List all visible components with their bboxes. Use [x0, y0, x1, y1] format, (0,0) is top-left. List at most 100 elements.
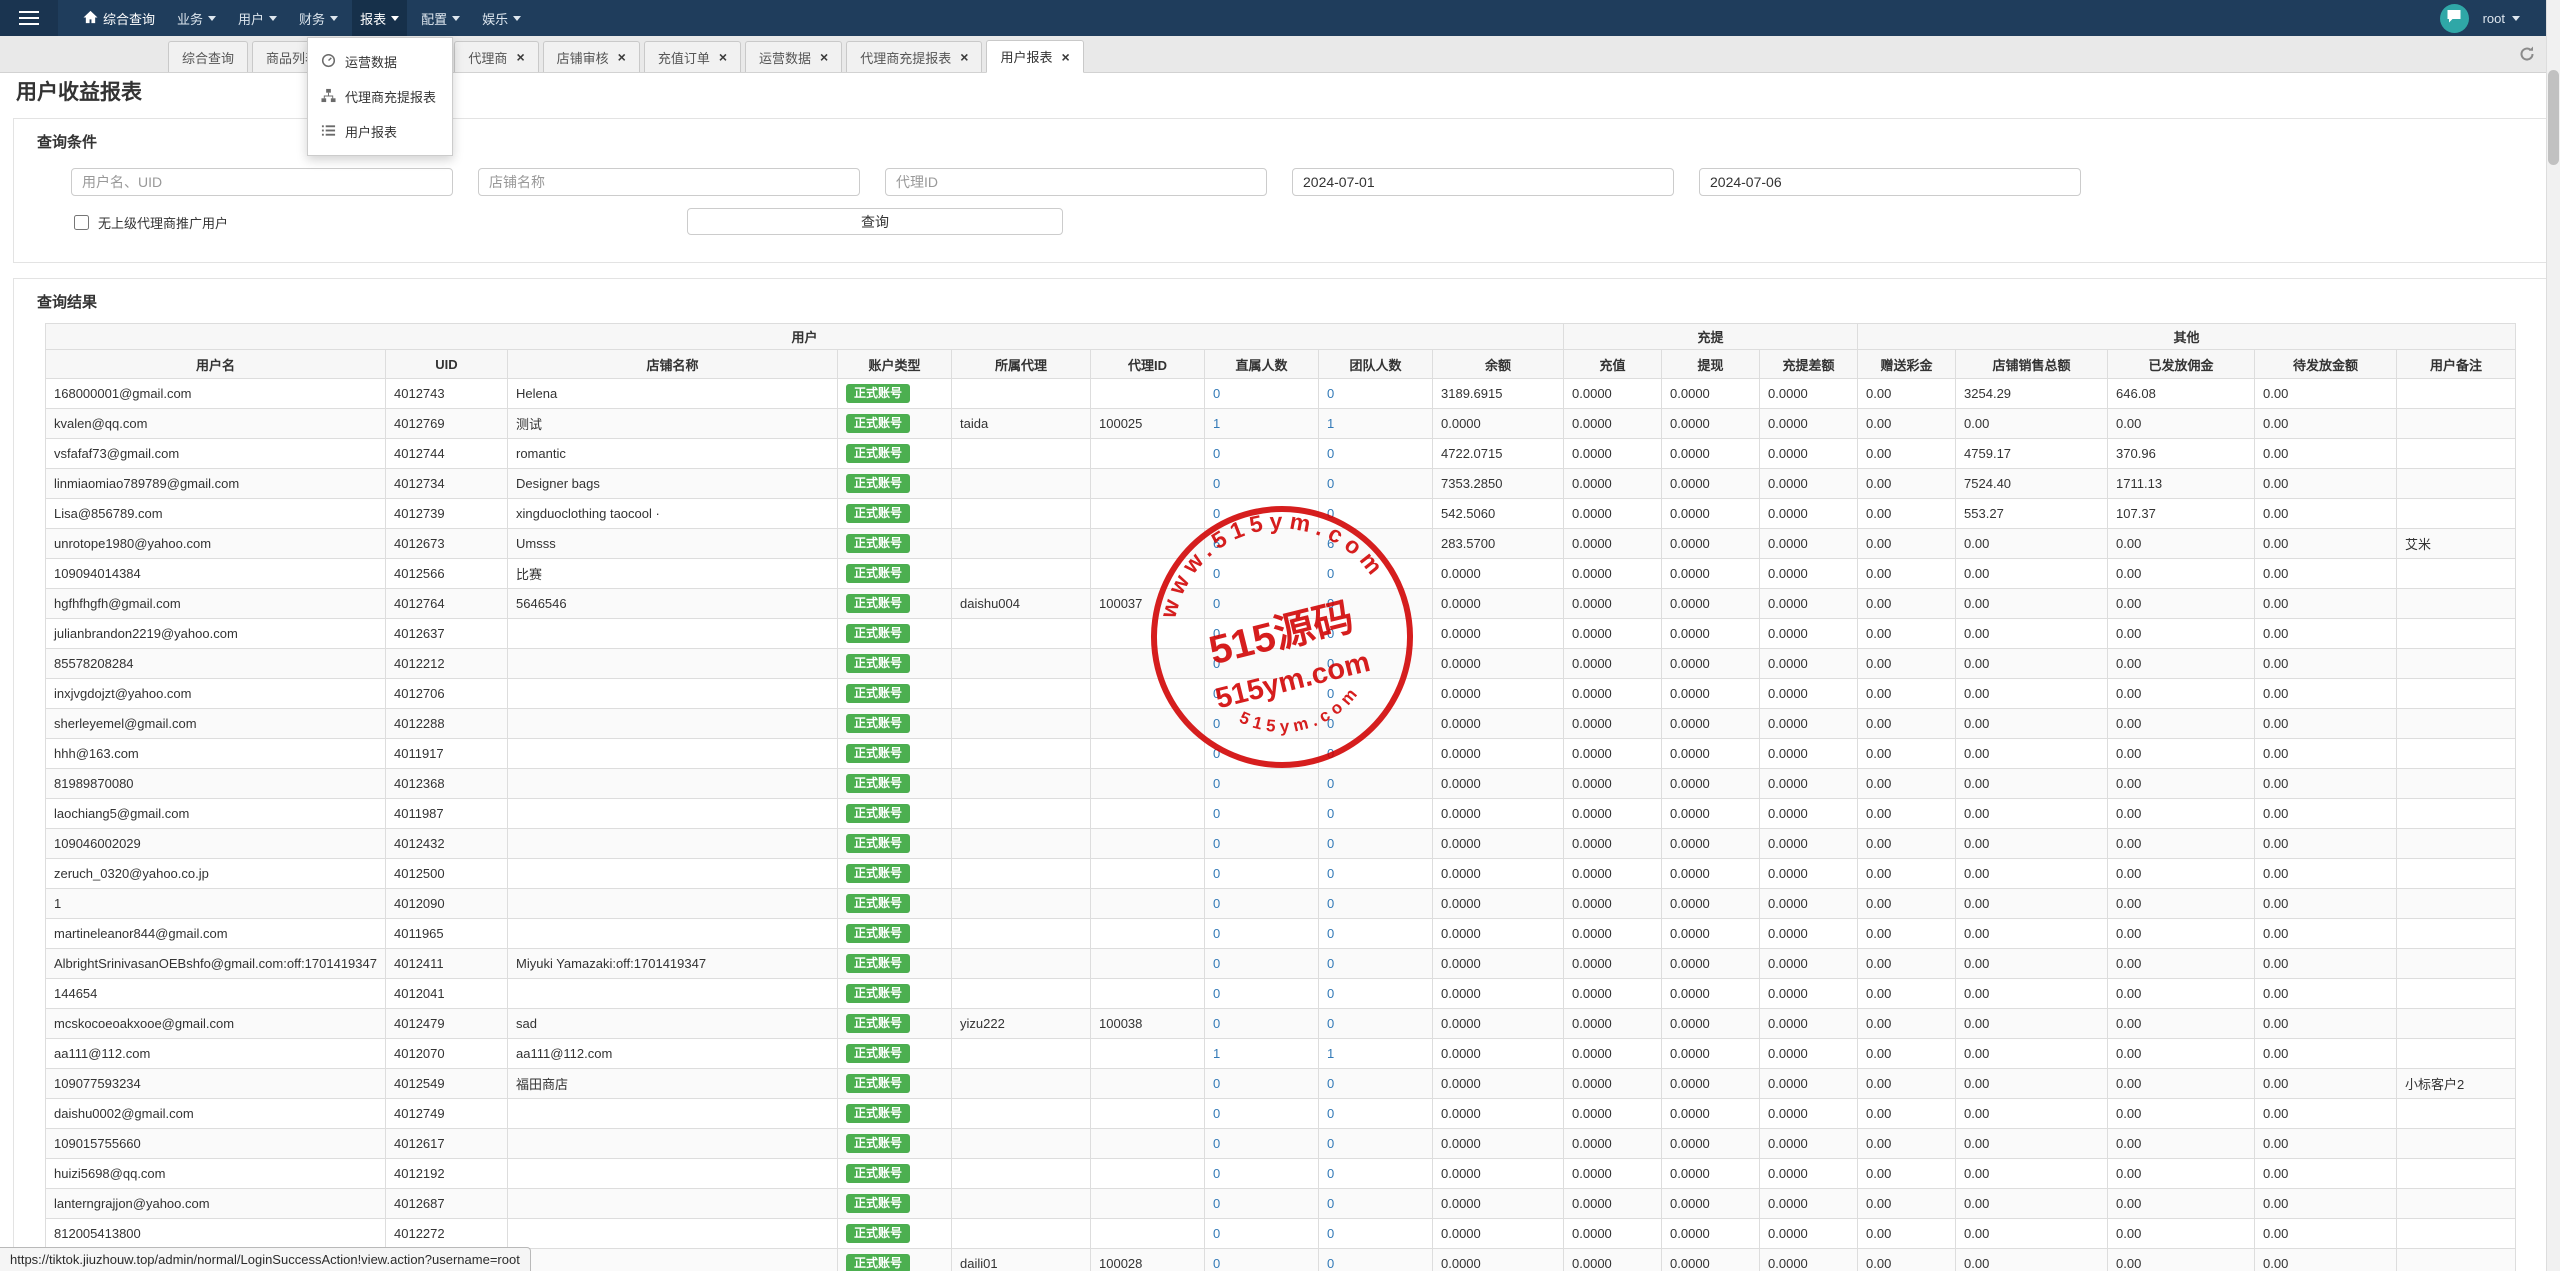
direct-count-cell[interactable]: 0	[1205, 1189, 1319, 1219]
nav-item-business[interactable]: 业务	[169, 0, 224, 36]
team-count-cell[interactable]: 0	[1319, 1009, 1433, 1039]
team-count-cell[interactable]: 0	[1319, 919, 1433, 949]
team-count-cell[interactable]: 0	[1319, 949, 1433, 979]
search-button[interactable]: 查询	[687, 208, 1063, 235]
team-count-cell[interactable]: 0	[1319, 769, 1433, 799]
date-from-input[interactable]	[1292, 168, 1674, 196]
user-menu[interactable]: root	[2483, 11, 2520, 26]
nav-item-home[interactable]: 综合查询	[75, 0, 163, 36]
team-count-cell[interactable]: 0	[1319, 379, 1433, 409]
shop-name-input[interactable]	[478, 168, 860, 196]
team-count-cell[interactable]: 0	[1319, 889, 1433, 919]
direct-count-cell[interactable]: 1	[1205, 409, 1319, 439]
scrollbar-thumb[interactable]	[2548, 70, 2559, 165]
direct-count-cell[interactable]: 0	[1205, 949, 1319, 979]
direct-count-cell[interactable]: 0	[1205, 589, 1319, 619]
refresh-icon[interactable]	[2518, 45, 2536, 68]
direct-count-cell[interactable]: 0	[1205, 739, 1319, 769]
tab-close-icon[interactable]: ×	[516, 50, 524, 64]
direct-count-cell[interactable]: 0	[1205, 1129, 1319, 1159]
team-count-cell[interactable]: 0	[1319, 979, 1433, 1009]
chat-button[interactable]	[2440, 4, 2469, 33]
tab-close-icon[interactable]: ×	[618, 50, 626, 64]
direct-count-cell[interactable]: 0	[1205, 829, 1319, 859]
tab-user-report[interactable]: 用户报表×	[986, 40, 1083, 73]
team-count-cell[interactable]: 6	[1319, 529, 1433, 559]
nav-item-users[interactable]: 用户	[230, 0, 285, 36]
no-agent-checkbox[interactable]	[74, 215, 89, 230]
direct-count-cell[interactable]: 0	[1205, 469, 1319, 499]
direct-count-cell[interactable]: 0	[1205, 769, 1319, 799]
direct-count-cell[interactable]: 0	[1205, 1249, 1319, 1271]
shop-name-cell	[508, 649, 838, 679]
team-count-cell[interactable]: 0	[1319, 649, 1433, 679]
team-count-cell[interactable]: 0	[1319, 559, 1433, 589]
team-count-cell[interactable]: 0	[1319, 1069, 1433, 1099]
nav-item-reports[interactable]: 报表	[352, 0, 407, 36]
direct-count-cell[interactable]: 0	[1205, 649, 1319, 679]
agent-id-input[interactable]	[885, 168, 1267, 196]
vertical-scrollbar[interactable]	[2546, 0, 2560, 1271]
team-count-cell[interactable]: 0	[1319, 739, 1433, 769]
tab-agents[interactable]: 代理商×	[454, 41, 538, 72]
nav-item-config[interactable]: 配置	[413, 0, 468, 36]
team-count-cell[interactable]: 1	[1319, 1039, 1433, 1069]
tab-close-icon[interactable]: ×	[820, 50, 828, 64]
nav-item-finance[interactable]: 财务	[291, 0, 346, 36]
tab-agent-recharge-report[interactable]: 代理商充提报表×	[846, 41, 982, 72]
team-count-cell[interactable]: 0	[1319, 499, 1433, 529]
direct-count-cell[interactable]: 0	[1205, 679, 1319, 709]
team-count-cell[interactable]: 0	[1319, 1159, 1433, 1189]
tab-recharge-orders[interactable]: 充值订单×	[644, 41, 741, 72]
team-count-cell[interactable]: 0	[1319, 1189, 1433, 1219]
direct-count-cell[interactable]: 0	[1205, 859, 1319, 889]
direct-count-cell[interactable]: 0	[1205, 379, 1319, 409]
team-count-cell[interactable]: 0	[1319, 589, 1433, 619]
tab-shop-review[interactable]: 店铺审核×	[543, 41, 640, 72]
direct-count-cell[interactable]: 0	[1205, 709, 1319, 739]
direct-count-cell[interactable]: 1	[1205, 1039, 1319, 1069]
date-to-input[interactable]	[1699, 168, 2081, 196]
team-count-cell[interactable]: 0	[1319, 679, 1433, 709]
tab-close-icon[interactable]: ×	[1061, 50, 1069, 64]
dropdown-item-agent-recharge-report[interactable]: 代理商充提报表	[308, 79, 452, 114]
dropdown-item-operations-data[interactable]: 运营数据	[308, 44, 452, 79]
tab-close-icon[interactable]: ×	[719, 50, 727, 64]
team-count-cell[interactable]: 0	[1319, 619, 1433, 649]
direct-count-cell[interactable]: 0	[1205, 1159, 1319, 1189]
direct-count-cell[interactable]: 0	[1205, 799, 1319, 829]
direct-count-cell[interactable]: 0	[1205, 919, 1319, 949]
hamburger-menu-button[interactable]	[0, 0, 58, 36]
nav-item-entertainment[interactable]: 娱乐	[474, 0, 529, 36]
direct-count-cell[interactable]: 0	[1205, 1219, 1319, 1249]
team-count-cell[interactable]: 0	[1319, 469, 1433, 499]
team-count-cell[interactable]: 0	[1319, 859, 1433, 889]
agent-id-cell	[1091, 379, 1205, 409]
direct-count-cell[interactable]: 0	[1205, 979, 1319, 1009]
tab-operations-data[interactable]: 运营数据×	[745, 41, 842, 72]
team-count-cell[interactable]: 0	[1319, 1249, 1433, 1271]
direct-count-cell[interactable]: 0	[1205, 1069, 1319, 1099]
team-count-cell[interactable]: 0	[1319, 1099, 1433, 1129]
username-uid-input[interactable]	[71, 168, 453, 196]
direct-count-cell[interactable]: 0	[1205, 619, 1319, 649]
tab-close-icon[interactable]: ×	[960, 50, 968, 64]
team-count-cell[interactable]: 0	[1319, 709, 1433, 739]
team-count-cell[interactable]: 0	[1319, 1219, 1433, 1249]
direct-count-cell[interactable]: 6	[1205, 529, 1319, 559]
dropdown-item-user-report[interactable]: 用户报表	[308, 114, 452, 149]
direct-count-cell[interactable]: 0	[1205, 1099, 1319, 1129]
team-count-cell[interactable]: 0	[1319, 799, 1433, 829]
account-type-badge: 正式账号	[846, 594, 910, 613]
tab-overview[interactable]: 综合查询	[168, 41, 248, 72]
direct-count-cell[interactable]: 0	[1205, 439, 1319, 469]
team-count-cell[interactable]: 0	[1319, 439, 1433, 469]
direct-count-cell[interactable]: 0	[1205, 1009, 1319, 1039]
direct-count-cell[interactable]: 0	[1205, 559, 1319, 589]
direct-count-cell[interactable]: 0	[1205, 499, 1319, 529]
team-count-cell[interactable]: 1	[1319, 409, 1433, 439]
team-count-cell[interactable]: 0	[1319, 1129, 1433, 1159]
team-count-cell[interactable]: 0	[1319, 829, 1433, 859]
no-agent-checkbox-row[interactable]: 无上级代理商推广用户	[74, 213, 228, 232]
direct-count-cell[interactable]: 0	[1205, 889, 1319, 919]
